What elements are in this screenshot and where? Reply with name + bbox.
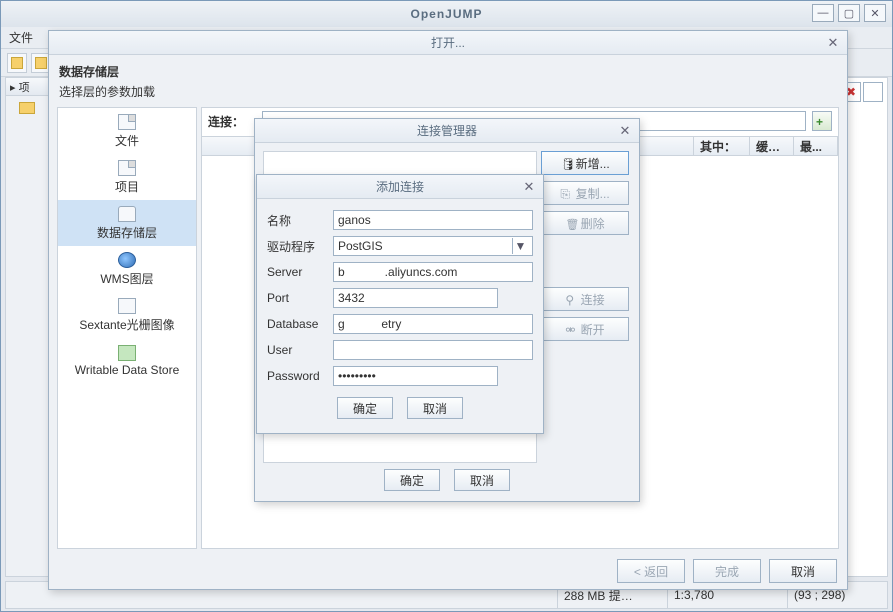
disconnect-icon	[565, 323, 577, 335]
driver-value: PostGIS	[338, 239, 383, 253]
category-sextante[interactable]: Sextante光栅图像	[58, 292, 196, 338]
name-input[interactable]	[333, 210, 533, 230]
add-connection-button[interactable]	[812, 111, 832, 131]
category-writable[interactable]: Writable Data Store	[58, 338, 196, 384]
add-connection-close-icon[interactable]: ✕	[521, 179, 537, 195]
category-project[interactable]: 项目	[58, 154, 196, 200]
folder-icon	[19, 102, 35, 114]
disconnect-button[interactable]: 断开	[541, 317, 629, 341]
connection-manager-title: 连接管理器 ✕	[255, 119, 639, 143]
server-input[interactable]	[333, 262, 533, 282]
port-input[interactable]	[333, 288, 498, 308]
col-last[interactable]: 最...	[794, 137, 838, 155]
maximize-button[interactable]: ▢	[838, 4, 860, 22]
connect-label: 连接：	[208, 113, 256, 130]
connect-icon	[565, 293, 577, 305]
database-label: Database	[267, 317, 327, 331]
project-tree-item[interactable]	[6, 96, 48, 120]
open-header: 数据存储层	[59, 63, 837, 80]
category-wms[interactable]: WMS图层	[58, 246, 196, 292]
password-input[interactable]	[333, 366, 498, 386]
new-icon[interactable]	[7, 53, 27, 73]
add-connection-dialog: 添加连接 ✕ 名称 驱动程序 PostGIS ▼ Server Port Data…	[256, 174, 544, 434]
ac-cancel-button[interactable]: 取消	[407, 397, 463, 419]
finish-button[interactable]: 完成	[693, 559, 761, 583]
app-title: OpenJUMP	[410, 7, 482, 21]
open-dialog-title: 打开... ✕	[49, 31, 847, 55]
close-button[interactable]: ✕	[864, 4, 886, 22]
datastore-icon	[118, 206, 136, 222]
col-where[interactable]: 其中：	[694, 137, 750, 155]
category-datastore[interactable]: 数据存储层	[58, 200, 196, 246]
name-label: 名称	[267, 212, 327, 229]
open-dialog-title-text: 打开...	[431, 34, 465, 51]
project-icon	[118, 160, 136, 176]
chevron-down-icon: ▼	[512, 238, 528, 254]
cm-cancel-button[interactable]: 取消	[454, 469, 510, 491]
globe-icon	[118, 252, 136, 268]
back-button[interactable]: < 返回	[617, 559, 685, 583]
database-input[interactable]	[333, 314, 533, 334]
app-titlebar: OpenJUMP — ▢ ✕	[1, 1, 892, 27]
writable-icon	[118, 345, 136, 361]
project-panel-header[interactable]: ▸ 项	[6, 78, 48, 96]
category-list: 文件 项目 数据存储层 WMS图层 Sextante光栅图像 Writable …	[57, 107, 197, 549]
ac-ok-button[interactable]: 确定	[337, 397, 393, 419]
driver-label: 驱动程序	[267, 238, 327, 255]
driver-select[interactable]: PostGIS ▼	[333, 236, 533, 256]
raster-icon	[118, 298, 136, 314]
open-subheader: 选择层的参数加载	[59, 83, 837, 100]
map-tool-icon-2[interactable]	[863, 82, 883, 102]
copy-icon	[560, 187, 572, 199]
plus-icon	[816, 115, 828, 127]
project-panel: ▸ 项	[5, 77, 49, 577]
port-label: Port	[267, 291, 327, 305]
db-add-icon: 🛢	[560, 157, 572, 169]
delete-connection-button[interactable]: 删除	[541, 211, 629, 235]
open-dialog-close-icon[interactable]: ✕	[825, 35, 841, 51]
file-icon	[118, 114, 136, 130]
category-file[interactable]: 文件	[58, 108, 196, 154]
delete-icon	[565, 217, 577, 229]
add-connection-title: 添加连接 ✕	[257, 175, 543, 199]
minimize-button[interactable]: —	[812, 4, 834, 22]
password-label: Password	[267, 369, 327, 383]
user-input[interactable]	[333, 340, 533, 360]
new-connection-button[interactable]: 🛢 新增...	[541, 151, 629, 175]
connect-button[interactable]: 连接	[541, 287, 629, 311]
connection-manager-close-icon[interactable]: ✕	[617, 123, 633, 139]
copy-connection-button[interactable]: 复制...	[541, 181, 629, 205]
add-connection-title-text: 添加连接	[376, 178, 424, 195]
col-cache[interactable]: 缓…	[750, 137, 794, 155]
cm-ok-button[interactable]: 确定	[384, 469, 440, 491]
cancel-button[interactable]: 取消	[769, 559, 837, 583]
menu-file[interactable]: 文件	[9, 29, 33, 46]
server-label: Server	[267, 265, 327, 279]
connection-manager-title-text: 连接管理器	[417, 122, 477, 139]
user-label: User	[267, 343, 327, 357]
